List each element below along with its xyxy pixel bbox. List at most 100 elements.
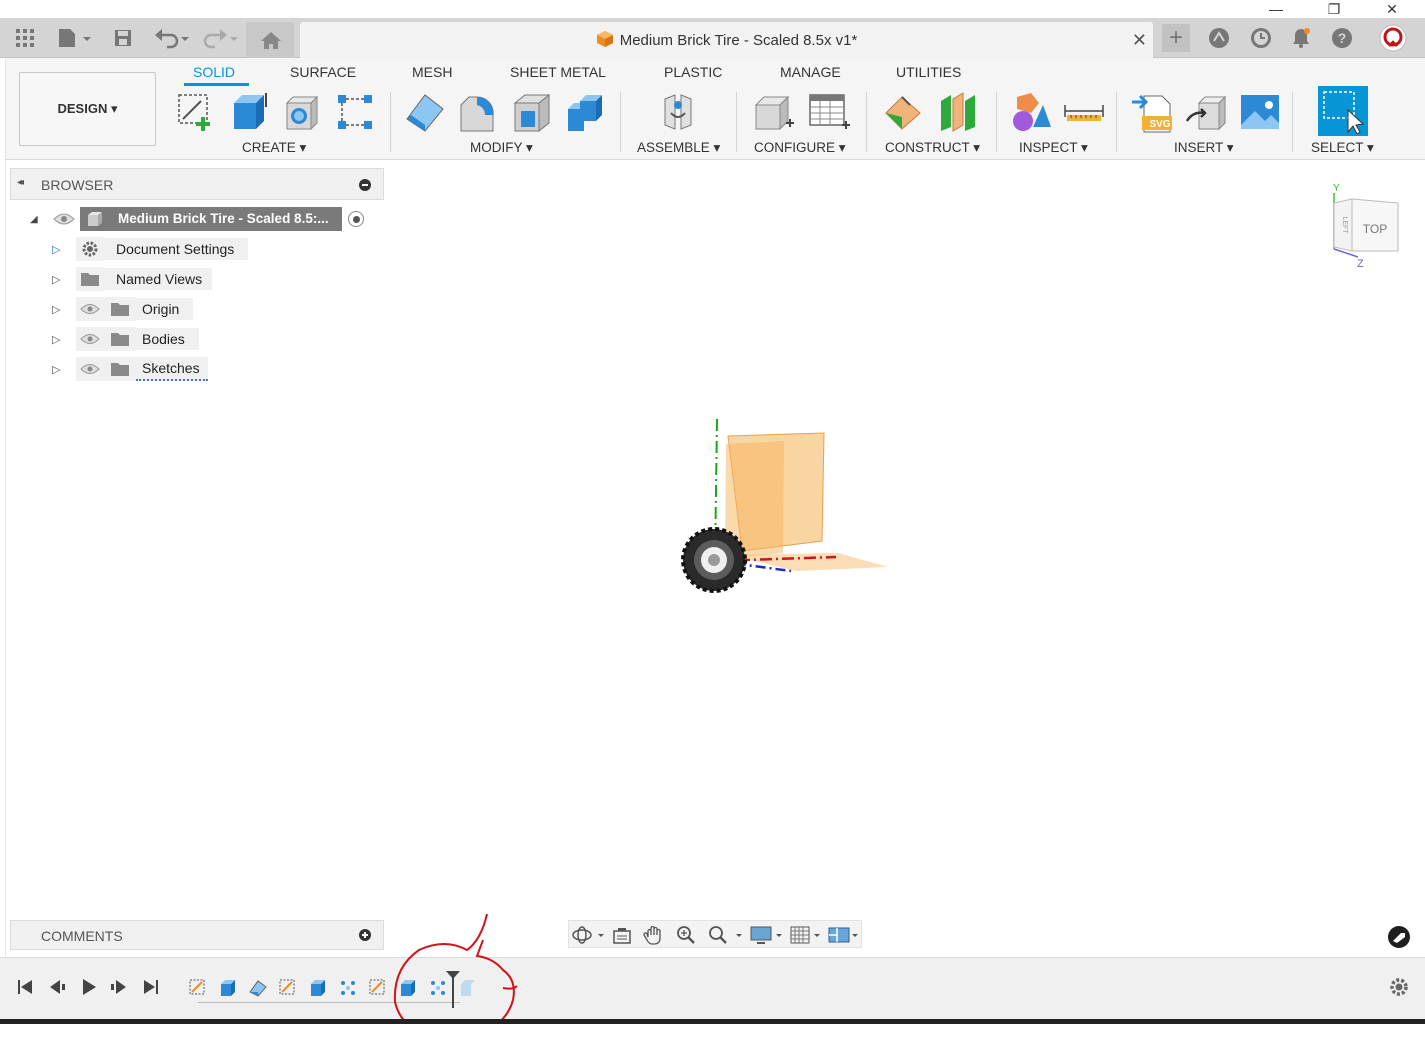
visibility-eye-icon[interactable]: [76, 297, 104, 321]
tab-utilities[interactable]: UTILITIES: [896, 64, 961, 80]
group-divider: [996, 92, 997, 152]
measure-icon[interactable]: [1062, 90, 1106, 134]
user-avatar-icon[interactable]: [1378, 24, 1408, 52]
timeline-extrude-icon[interactable]: [218, 978, 238, 1001]
press-pull-icon[interactable]: [402, 90, 446, 134]
pan-icon[interactable]: [643, 925, 667, 945]
workspace-switcher[interactable]: DESIGN ▾: [19, 72, 156, 146]
configure-model-icon[interactable]: [752, 90, 796, 134]
browser-item-named-views[interactable]: ▷ Named Views: [52, 267, 213, 291]
assemble-menu[interactable]: ASSEMBLE ▾: [637, 140, 720, 156]
insert-svg-icon[interactable]: SVG: [1130, 90, 1174, 134]
select-menu[interactable]: SELECT ▾: [1311, 140, 1374, 156]
timeline-extrude-icon[interactable]: [308, 978, 328, 1001]
insert-canvas-icon[interactable]: [1238, 90, 1282, 134]
look-at-icon[interactable]: [611, 925, 635, 945]
orbit-icon[interactable]: [571, 925, 605, 945]
tab-sheet-metal[interactable]: SHEET METAL: [510, 64, 606, 80]
extrude-icon[interactable]: [227, 90, 271, 134]
configuration-table-icon[interactable]: [806, 90, 850, 134]
expand-arrow-icon[interactable]: ▷: [52, 333, 76, 346]
save-icon[interactable]: [110, 24, 136, 52]
create-menu[interactable]: CREATE ▾: [242, 140, 306, 156]
select-icon[interactable]: [1318, 86, 1368, 136]
viewports-icon[interactable]: [827, 925, 863, 945]
visibility-eye-icon[interactable]: [76, 327, 104, 351]
file-icon[interactable]: [54, 24, 94, 52]
tab-surface[interactable]: SURFACE: [290, 64, 356, 80]
interference-icon[interactable]: [1008, 90, 1052, 134]
window-close-button[interactable]: ✕: [1372, 0, 1412, 18]
timeline-sketch-icon[interactable]: [188, 978, 208, 1001]
document-tab[interactable]: Medium Brick Tire - Scaled 8.5x v1* ✕: [300, 22, 1153, 58]
grid-icon[interactable]: [12, 24, 38, 52]
fillet-icon[interactable]: [456, 90, 500, 134]
zoom-icon[interactable]: [675, 925, 699, 945]
browser-collapse-icon[interactable]: ◂◂: [17, 177, 24, 188]
go-to-start-icon[interactable]: [16, 978, 34, 999]
visibility-eye-icon[interactable]: [50, 212, 78, 226]
joint-icon[interactable]: [656, 90, 700, 134]
grid-settings-icon[interactable]: [789, 925, 825, 945]
timeline-sketch-icon[interactable]: [278, 978, 298, 1001]
browser-item-label: Named Views: [104, 268, 213, 290]
add-comment-icon[interactable]: [359, 929, 371, 941]
close-tab-button[interactable]: ✕: [1132, 30, 1147, 51]
tab-solid[interactable]: SOLID: [193, 64, 235, 80]
timeline-pattern-icon[interactable]: [338, 978, 358, 1001]
collapse-triangle-icon[interactable]: ◢: [30, 214, 50, 225]
undo-icon[interactable]: [152, 24, 192, 52]
step-back-icon[interactable]: [48, 978, 66, 999]
go-to-end-icon[interactable]: [142, 978, 160, 999]
browser-minimize-icon[interactable]: [359, 179, 371, 191]
revolve-icon[interactable]: [280, 90, 324, 134]
extensions-icon[interactable]: [1206, 24, 1232, 52]
browser-item-document-settings[interactable]: ▷ Document Settings: [52, 237, 249, 261]
inspect-menu[interactable]: INSPECT ▾: [1019, 140, 1088, 156]
step-forward-icon[interactable]: [110, 978, 128, 999]
timeline-settings-gear-icon[interactable]: [1388, 976, 1410, 1001]
tab-manage[interactable]: MANAGE: [780, 64, 841, 80]
notifications-icon[interactable]: [1288, 24, 1314, 52]
pattern-icon[interactable]: [333, 90, 377, 134]
gear-icon: [76, 237, 104, 261]
home-tab[interactable]: [246, 22, 294, 58]
expand-arrow-icon[interactable]: ▷: [52, 243, 76, 256]
modify-menu[interactable]: MODIFY ▾: [470, 140, 533, 156]
tab-plastic[interactable]: PLASTIC: [664, 64, 722, 80]
insert-derive-icon[interactable]: [1184, 90, 1228, 134]
browser-item-sketches[interactable]: ▷ Sketches: [52, 357, 208, 381]
visibility-eye-icon[interactable]: [76, 357, 104, 381]
offset-plane-icon[interactable]: [881, 90, 925, 134]
browser-panel-header[interactable]: ◂◂ BROWSER: [10, 168, 384, 200]
redo-icon[interactable]: [200, 24, 240, 52]
combine-icon[interactable]: [563, 90, 607, 134]
tab-mesh[interactable]: MESH: [412, 64, 452, 80]
configure-menu[interactable]: CONFIGURE ▾: [754, 140, 846, 156]
fusion-badge-icon[interactable]: [1388, 926, 1410, 948]
create-sketch-icon[interactable]: [174, 90, 218, 134]
restore-button[interactable]: ❐: [1314, 0, 1354, 18]
minimize-button[interactable]: —: [1256, 0, 1296, 18]
timeline-revolve-icon[interactable]: [248, 978, 268, 1001]
help-icon[interactable]: ?: [1329, 24, 1355, 52]
browser-item-bodies[interactable]: ▷ Bodies: [52, 327, 199, 351]
fit-icon[interactable]: [707, 925, 743, 945]
play-icon[interactable]: [80, 978, 98, 999]
new-tab-button[interactable]: +: [1162, 24, 1190, 52]
comments-panel-header[interactable]: COMMENTS: [10, 920, 384, 950]
view-cube[interactable]: Y Z TOP LEFT: [1322, 181, 1402, 270]
insert-menu[interactable]: INSERT ▾: [1174, 140, 1234, 156]
browser-root-row[interactable]: ◢ Medium Brick Tire - Scaled 8.5:...: [30, 207, 364, 231]
browser-item-origin[interactable]: ▷ Origin: [52, 297, 194, 321]
display-settings-icon[interactable]: [749, 925, 785, 945]
construct-menu[interactable]: CONSTRUCT ▾: [885, 140, 980, 156]
midplane-icon[interactable]: [936, 90, 980, 134]
job-status-icon[interactable]: [1248, 24, 1274, 52]
activate-radio-icon[interactable]: [348, 211, 364, 227]
canvas-viewport[interactable]: Y Z TOP LEFT: [6, 161, 1425, 956]
expand-arrow-icon[interactable]: ▷: [52, 363, 76, 376]
expand-arrow-icon[interactable]: ▷: [52, 273, 76, 286]
expand-arrow-icon[interactable]: ▷: [52, 303, 76, 316]
shell-icon[interactable]: [510, 90, 554, 134]
